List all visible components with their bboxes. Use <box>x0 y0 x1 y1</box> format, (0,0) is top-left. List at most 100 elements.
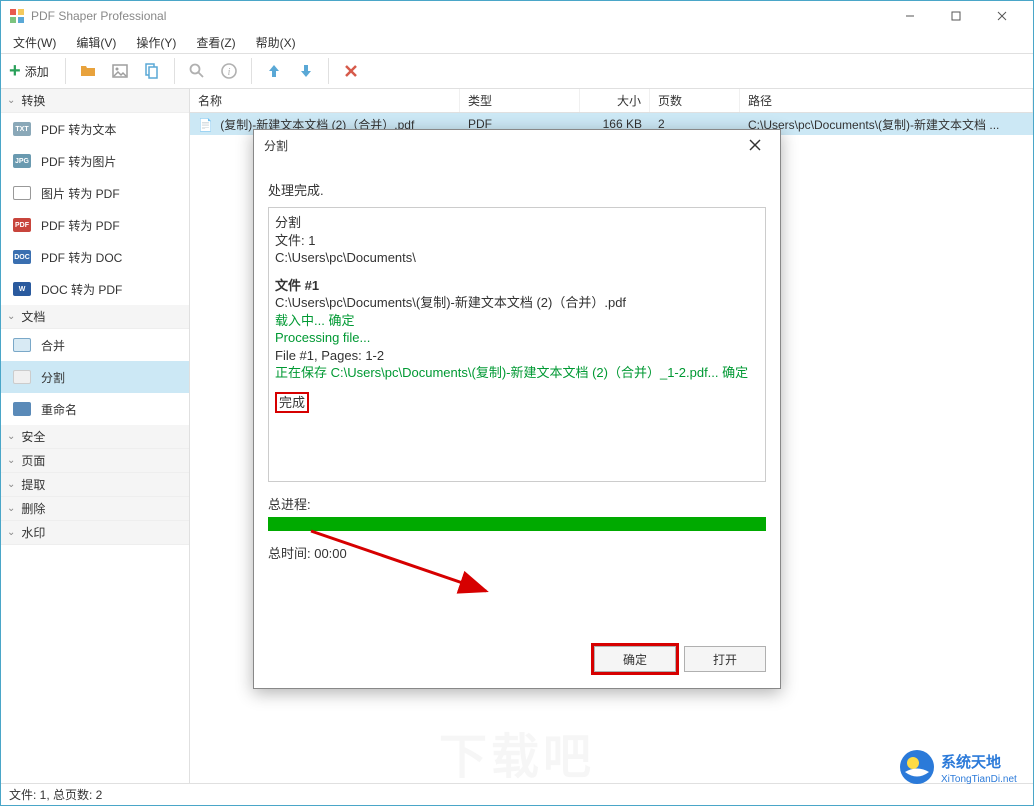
app-icon <box>9 8 25 24</box>
menu-view[interactable]: 查看(Z) <box>188 32 243 53</box>
sidebar-item-merge[interactable]: 合并 <box>1 329 189 361</box>
sidebar-item-pdf-to-image[interactable]: JPG PDF 转为图片 <box>1 145 189 177</box>
split-icon <box>13 368 31 386</box>
menu-edit[interactable]: 编辑(V) <box>68 32 124 53</box>
info-button[interactable]: i <box>215 57 243 85</box>
copy-button[interactable] <box>138 57 166 85</box>
pdf-file-icon: 📄 <box>198 118 213 132</box>
total-time-label: 总时间: 00:00 <box>268 531 766 566</box>
chevron-down-icon: ⌄ <box>7 95 15 106</box>
status-text: 文件: 1, 总页数: 2 <box>9 786 102 803</box>
sidebar-item-label: PDF 转为 DOC <box>41 249 122 266</box>
sidebar-group-label: 文档 <box>21 308 45 325</box>
svg-text:i: i <box>227 67 230 78</box>
doc-icon: DOC <box>13 248 31 266</box>
dialog-log-output[interactable]: 分割 文件: 1 C:\Users\pc\Documents\ 文件 #1 C:… <box>268 207 766 482</box>
sidebar-item-label: 分割 <box>41 369 65 386</box>
open-button[interactable]: 打开 <box>684 646 766 672</box>
sidebar-group-page[interactable]: ⌄ 页面 <box>1 449 189 473</box>
chevron-right-icon: ⌄ <box>7 503 15 514</box>
open-button-label: 打开 <box>713 651 737 668</box>
log-line: C:\Users\pc\Documents\(复制)-新建文本文档 (2)（合并… <box>275 294 759 312</box>
jpg-icon: JPG <box>13 152 31 170</box>
sidebar-group-label: 转换 <box>21 92 45 109</box>
sidebar-group-delete[interactable]: ⌄ 删除 <box>1 497 189 521</box>
sidebar-group-label: 水印 <box>21 524 45 541</box>
menu-file[interactable]: 文件(W) <box>5 32 64 53</box>
merge-icon <box>13 336 31 354</box>
menu-help[interactable]: 帮助(X) <box>248 32 304 53</box>
sidebar-item-pdf-to-doc[interactable]: DOC PDF 转为 DOC <box>1 241 189 273</box>
toolbar-separator <box>328 58 329 84</box>
sidebar-item-pdf-to-pdf[interactable]: PDF PDF 转为 PDF <box>1 209 189 241</box>
log-line: C:\Users\pc\Documents\ <box>275 249 759 267</box>
window-close-button[interactable] <box>979 1 1025 31</box>
statusbar: 文件: 1, 总页数: 2 <box>1 783 1033 805</box>
toolbar-separator <box>251 58 252 84</box>
image-button[interactable] <box>106 57 134 85</box>
svg-text:系统天地: 系统天地 <box>941 753 1001 771</box>
sidebar-item-split[interactable]: 分割 <box>1 361 189 393</box>
column-path[interactable]: 路径 <box>740 89 1033 112</box>
sidebar-group-watermark[interactable]: ⌄ 水印 <box>1 521 189 545</box>
chevron-right-icon: ⌄ <box>7 455 15 466</box>
delete-button[interactable] <box>337 57 365 85</box>
window-minimize-button[interactable] <box>887 1 933 31</box>
ok-button[interactable]: 确定 <box>594 646 676 672</box>
sidebar-group-label: 安全 <box>21 428 45 445</box>
move-down-button[interactable] <box>292 57 320 85</box>
file-path: C:\Users\pc\Documents\(复制)-新建文本文档 ... <box>740 116 1033 133</box>
rename-icon <box>13 400 31 418</box>
toolbar-separator <box>65 58 66 84</box>
chevron-down-icon: ⌄ <box>7 311 15 322</box>
menubar: 文件(W) 编辑(V) 操作(Y) 查看(Z) 帮助(X) <box>1 31 1033 53</box>
sidebar-group-label: 删除 <box>21 500 45 517</box>
sidebar: ⌄ 转换 TXT PDF 转为文本 JPG PDF 转为图片 🖼 图片 转为 P… <box>1 89 190 783</box>
column-name[interactable]: 名称 <box>190 89 460 112</box>
dialog-status: 处理完成. <box>268 168 766 207</box>
window-title: PDF Shaper Professional <box>31 9 887 23</box>
dialog-title: 分割 <box>264 137 740 154</box>
image-icon: 🖼 <box>13 184 31 202</box>
dialog-titlebar: 分割 <box>254 130 780 160</box>
log-line: 分割 <box>275 214 759 232</box>
column-type[interactable]: 类型 <box>460 89 580 112</box>
sidebar-item-label: PDF 转为文本 <box>41 121 116 138</box>
sidebar-group-label: 提取 <box>21 476 45 493</box>
search-button[interactable] <box>183 57 211 85</box>
txt-icon: TXT <box>13 120 31 138</box>
dialog-close-button[interactable] <box>740 130 770 160</box>
sidebar-group-convert[interactable]: ⌄ 转换 <box>1 89 189 113</box>
sidebar-group-label: 页面 <box>21 452 45 469</box>
log-line: 载入中... 确定 <box>275 312 759 330</box>
toolbar-separator <box>174 58 175 84</box>
chevron-right-icon: ⌄ <box>7 527 15 538</box>
pdf-icon: PDF <box>13 216 31 234</box>
log-line: File #1, Pages: 1-2 <box>275 347 759 365</box>
sidebar-item-label: 重命名 <box>41 401 77 418</box>
sidebar-item-image-to-pdf[interactable]: 🖼 图片 转为 PDF <box>1 177 189 209</box>
window-maximize-button[interactable] <box>933 1 979 31</box>
menu-action[interactable]: 操作(Y) <box>128 32 184 53</box>
add-button-label: 添加 <box>25 63 49 80</box>
sidebar-group-extract[interactable]: ⌄ 提取 <box>1 473 189 497</box>
sidebar-item-rename[interactable]: 重命名 <box>1 393 189 425</box>
folder-button[interactable] <box>74 57 102 85</box>
list-header-row: 名称 类型 大小 页数 路径 <box>190 89 1033 113</box>
sidebar-group-document[interactable]: ⌄ 文档 <box>1 305 189 329</box>
split-progress-dialog: 分割 处理完成. 分割 文件: 1 C:\Users\pc\Documents\… <box>253 129 781 689</box>
add-button[interactable]: + 添加 <box>7 57 57 85</box>
column-pages[interactable]: 页数 <box>650 89 740 112</box>
column-size[interactable]: 大小 <box>580 89 650 112</box>
sidebar-group-security[interactable]: ⌄ 安全 <box>1 425 189 449</box>
chevron-right-icon: ⌄ <box>7 431 15 442</box>
sidebar-item-label: 图片 转为 PDF <box>41 185 120 202</box>
sidebar-item-pdf-to-text[interactable]: TXT PDF 转为文本 <box>1 113 189 145</box>
svg-text:XiTongTianDi.net: XiTongTianDi.net <box>941 774 1017 785</box>
ok-button-label: 确定 <box>623 651 647 668</box>
move-up-button[interactable] <box>260 57 288 85</box>
sidebar-item-label: PDF 转为图片 <box>41 153 116 170</box>
sidebar-item-doc-to-pdf[interactable]: W DOC 转为 PDF <box>1 273 189 305</box>
toolbar: + 添加 i <box>1 53 1033 89</box>
chevron-right-icon: ⌄ <box>7 479 15 490</box>
